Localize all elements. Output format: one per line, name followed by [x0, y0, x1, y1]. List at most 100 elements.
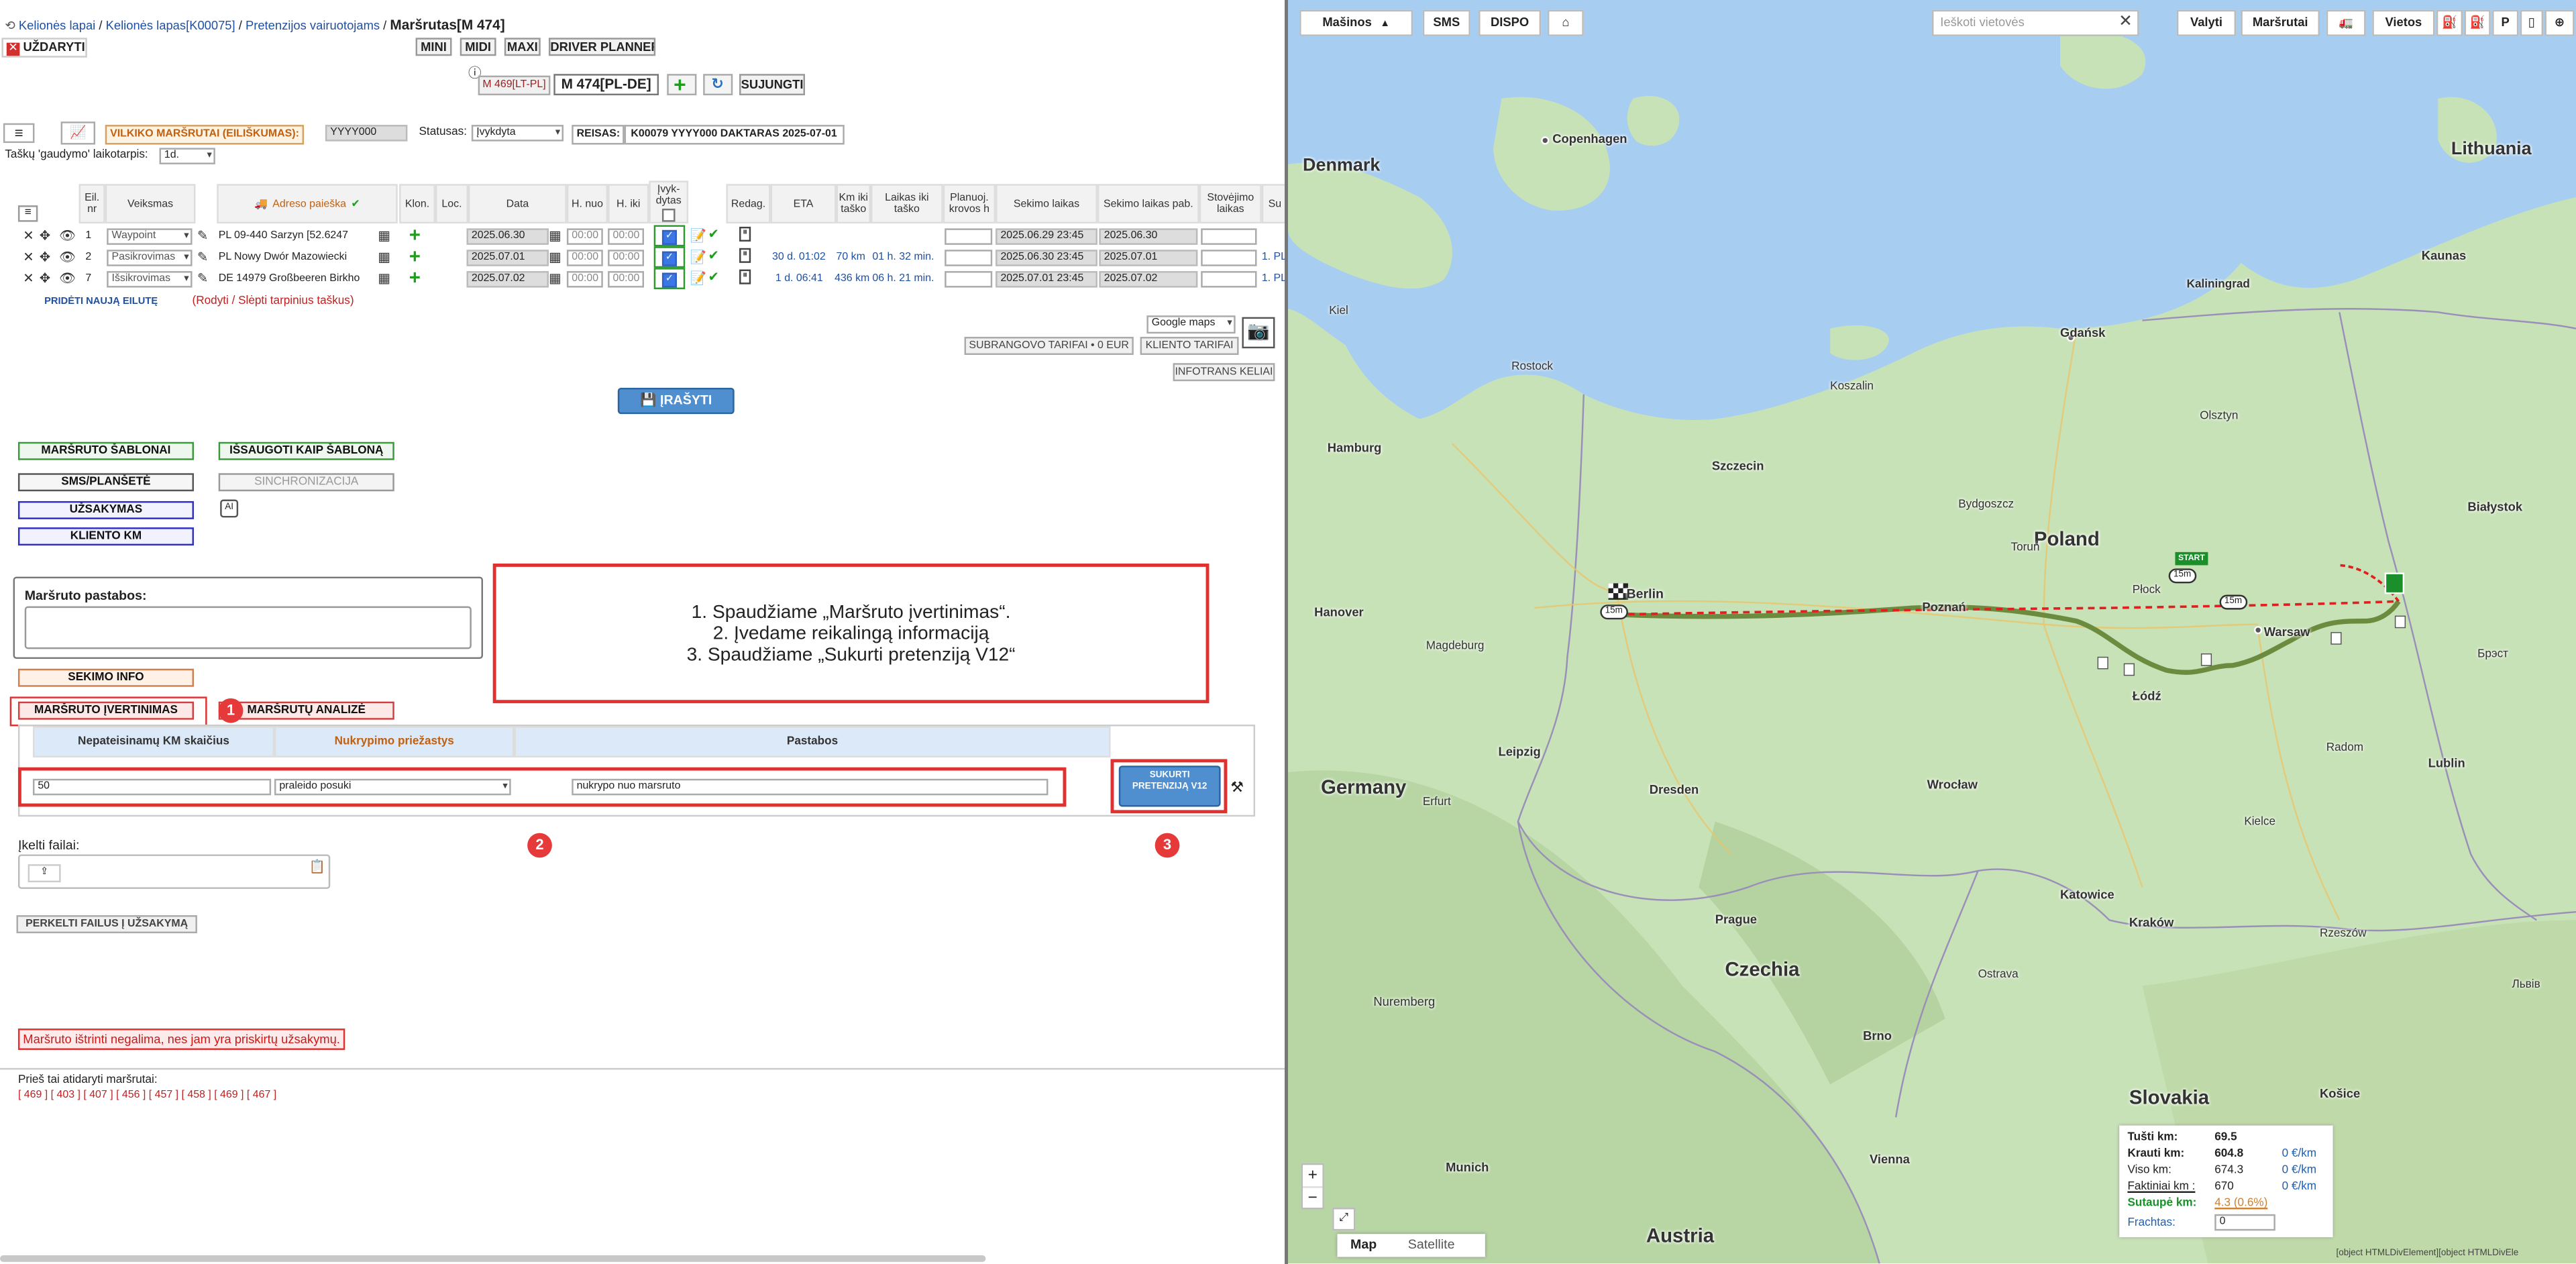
locate-button[interactable]: ⊕: [2544, 9, 2575, 36]
prev-route-link[interactable]: [ 403 ]: [51, 1090, 80, 1101]
zoom-out-button[interactable]: −: [1303, 1188, 1322, 1210]
sms-tablet-button[interactable]: SMS/PLANŠETĖ: [17, 473, 194, 492]
delete-icon[interactable]: ✕: [23, 271, 34, 286]
route-evaluation-button[interactable]: MARŠRUTO ĮVERTINIMAS: [17, 701, 194, 720]
done-checkbox[interactable]: ✓: [661, 229, 677, 245]
route-notes-textarea[interactable]: [24, 606, 472, 649]
ai-icon[interactable]: AI: [220, 499, 239, 518]
upload-button[interactable]: ⇪: [28, 864, 61, 883]
row-planned[interactable]: [945, 271, 993, 288]
menu-button[interactable]: ≡: [3, 123, 35, 144]
add-route-button[interactable]: +: [667, 72, 697, 97]
client-tariffs-button[interactable]: KLIENTO TARIFAI: [1140, 337, 1239, 355]
move-icon[interactable]: ✥: [40, 250, 50, 264]
row-standing[interactable]: [1201, 250, 1257, 266]
sms-button[interactable]: SMS: [1422, 9, 1470, 36]
row-hour-to[interactable]: 00:00: [608, 271, 645, 288]
edit-doc-icon[interactable]: 📝: [690, 250, 706, 264]
notes-input[interactable]: nukrypo nuo marsruto: [572, 778, 1049, 796]
horizontal-scrollbar[interactable]: [0, 1255, 986, 1262]
tools-icon[interactable]: ⚒: [1230, 779, 1244, 795]
row-date[interactable]: 2025.06.30: [466, 228, 549, 245]
clone-plus-icon[interactable]: +: [409, 225, 421, 245]
infotrans-roads-button[interactable]: INFOTRANS KELIAI: [1173, 363, 1275, 382]
file-upload-area[interactable]: ⇪ 📋: [17, 854, 331, 889]
row-hour-from[interactable]: 00:00: [566, 250, 603, 266]
calendar-icon[interactable]: ▦: [549, 271, 561, 286]
unjustified-km-input[interactable]: 50: [32, 778, 272, 796]
move-icon[interactable]: ✥: [40, 228, 50, 243]
row-tracking-end[interactable]: 2025.07.02: [1099, 271, 1198, 288]
zoom-in-button[interactable]: +: [1303, 1165, 1323, 1188]
deviation-reason-select[interactable]: praleido posuki: [274, 778, 511, 796]
breadcrumb-item-trip-sheet[interactable]: Kelionės lapas[K00075]: [106, 18, 235, 33]
prev-route-link[interactable]: [ 469 ]: [214, 1090, 244, 1101]
row-tracking-time[interactable]: 2025.06.29 23:45: [996, 228, 1097, 245]
row-date[interactable]: 2025.07.02: [466, 271, 549, 288]
map-panel[interactable]: Denmark Lithuania Poland Germany Czechia…: [1288, 0, 2576, 1264]
maps-provider-select[interactable]: Google maps: [1146, 315, 1236, 334]
prev-route-link[interactable]: [ 456 ]: [116, 1090, 146, 1101]
status-select[interactable]: Įvykdyta: [471, 125, 564, 142]
done-checkbox[interactable]: ✓: [661, 251, 677, 266]
freight-input[interactable]: 0: [2214, 1214, 2275, 1231]
table-menu-button[interactable]: ≡: [17, 205, 38, 222]
refresh-icon[interactable]: ⟲: [5, 18, 15, 33]
row-hour-to[interactable]: 00:00: [608, 228, 645, 245]
clone-plus-icon[interactable]: +: [409, 246, 421, 266]
places-button[interactable]: Vietos: [2372, 9, 2435, 36]
prev-route-link[interactable]: [ 469 ]: [18, 1090, 48, 1101]
edit-doc-icon[interactable]: 📝: [690, 271, 706, 286]
home-button[interactable]: ⌂: [1547, 9, 1584, 36]
calendar-icon[interactable]: ▦: [549, 250, 561, 264]
fullscreen-button[interactable]: ⤢: [1332, 1208, 1356, 1231]
delete-icon[interactable]: ✕: [23, 250, 34, 264]
row-action-select[interactable]: Išsikrovimas: [107, 271, 193, 288]
eye-icon[interactable]: 👁: [59, 228, 76, 243]
calendar-icon[interactable]: ▦: [378, 271, 390, 286]
refresh-route-button[interactable]: ↻: [703, 74, 733, 96]
redag-icon[interactable]: ⏸: [739, 269, 751, 284]
clipboard-icon[interactable]: 📋: [309, 859, 325, 874]
pencil-icon[interactable]: ✎: [197, 271, 208, 286]
move-icon[interactable]: ✥: [40, 271, 50, 286]
satellite-tab[interactable]: Satellite: [1408, 1237, 1455, 1252]
routes-button[interactable]: Maršrutai: [2241, 9, 2320, 36]
create-claim-button[interactable]: SUKURTI PRETENZIJĄ V12: [1118, 766, 1221, 807]
redag-icon[interactable]: ⏸: [739, 248, 751, 263]
check-icon[interactable]: ✔: [708, 248, 719, 263]
dispo-button[interactable]: DISPO: [1479, 9, 1542, 36]
truck-filter-button[interactable]: 🚛: [2326, 9, 2366, 36]
done-checkbox[interactable]: ✓: [661, 272, 677, 288]
catch-period-select[interactable]: 1d.: [159, 148, 215, 164]
check-icon[interactable]: ✔: [708, 227, 719, 242]
tracking-info-button[interactable]: SEKIMO INFO: [17, 668, 194, 687]
select-all-checkbox[interactable]: [661, 207, 676, 221]
row-standing[interactable]: [1201, 271, 1257, 288]
row-tracking-time[interactable]: 2025.07.01 23:45: [996, 271, 1097, 288]
row-action-select[interactable]: Waypoint: [107, 228, 193, 245]
delete-icon[interactable]: ✕: [23, 228, 34, 243]
row-action-select[interactable]: Pasikrovimas: [107, 250, 193, 266]
client-km-button[interactable]: KLIENTO KM: [17, 527, 194, 546]
row-tracking-end[interactable]: 2025.07.01: [1099, 250, 1198, 266]
prev-route-link[interactable]: [ 457 ]: [149, 1090, 178, 1101]
fuel-station-button[interactable]: ⛽: [2464, 9, 2491, 36]
row-tracking-end[interactable]: 2025.06.30: [1099, 228, 1198, 245]
prev-route-link[interactable]: [ 467 ]: [247, 1090, 276, 1101]
row-hour-from[interactable]: 00:00: [566, 271, 603, 288]
fuel-button[interactable]: ⛽: [2436, 9, 2463, 36]
calendar-icon[interactable]: ▦: [549, 228, 561, 243]
layers-button[interactable]: ▯: [2520, 9, 2544, 36]
synchronization-button[interactable]: SINCHRONIZACIJA: [218, 473, 394, 492]
add-row-link[interactable]: PRIDĖTI NAUJĄ EILUTĘ: [44, 297, 158, 307]
route-templates-button[interactable]: MARŠRUTO ŠABLONAI: [17, 441, 194, 460]
prev-route-link[interactable]: [ 407 ]: [83, 1090, 113, 1101]
calendar-icon[interactable]: ▦: [378, 228, 390, 243]
prev-route-link[interactable]: [ 458 ]: [181, 1090, 211, 1101]
map-tab[interactable]: Map: [1350, 1237, 1377, 1252]
map-canvas[interactable]: [1288, 0, 2576, 1264]
check-icon[interactable]: ✔: [708, 270, 719, 284]
eye-icon[interactable]: 👁: [59, 271, 76, 286]
location-search-input[interactable]: Ieškoti vietovės ✕: [1932, 9, 2139, 36]
